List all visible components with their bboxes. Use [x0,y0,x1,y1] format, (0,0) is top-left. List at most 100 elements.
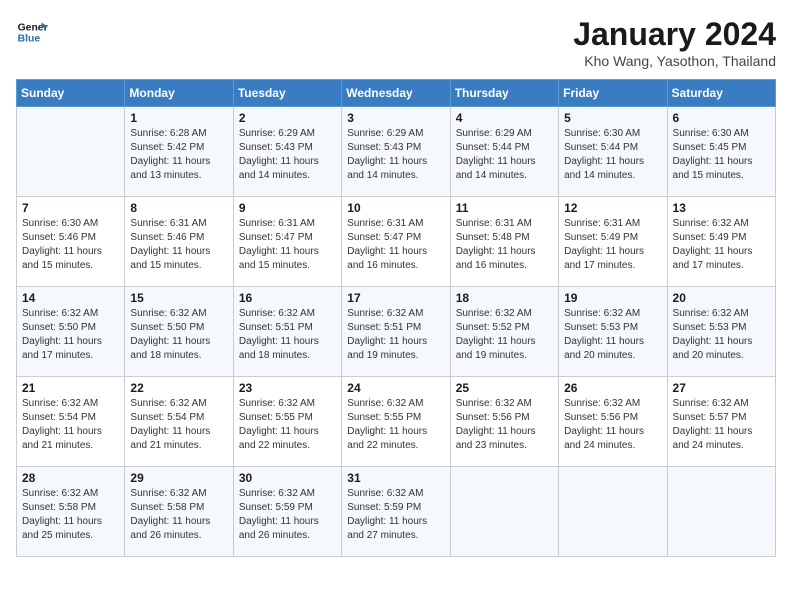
calendar-day-cell: 17 Sunrise: 6:32 AM Sunset: 5:51 PM Dayli… [342,287,450,377]
day-number: 6 [673,111,770,125]
day-number: 14 [22,291,119,305]
calendar-day-cell: 31 Sunrise: 6:32 AM Sunset: 5:59 PM Dayli… [342,467,450,557]
day-number: 30 [239,471,336,485]
calendar-day-cell: 27Sunrise: 6:32 AM Sunset: 5:57 PM Dayli… [667,377,775,467]
day-info: Sunrise: 6:30 AM Sunset: 5:45 PM Dayligh… [673,127,770,183]
day-info: Sunrise: 6:28 AM Sunset: 5:42 PM Dayligh… [130,127,227,183]
day-number: 28 [22,471,119,485]
day-number: 26 [564,381,661,395]
day-number: 11 [456,201,553,215]
calendar-day-cell: 7Sunrise: 6:30 AM Sunset: 5:46 PM Daylig… [17,197,125,287]
day-number: 3 [347,111,444,125]
calendar-week-row: 21 Sunrise: 6:32 AM Sunset: 5:54 PM Dayli… [17,377,776,467]
day-number: 19 [564,291,661,305]
day-number: 1 [130,111,227,125]
weekday-header-tuesday: Tuesday [233,80,341,107]
day-number: 15 [130,291,227,305]
day-number: 29 [130,471,227,485]
day-info: Sunrise: 6:32 AM Sunset: 5:56 PM Dayligh… [564,397,661,453]
calendar-day-cell: 23Sunrise: 6:32 AM Sunset: 5:55 PM Dayli… [233,377,341,467]
day-number: 10 [347,201,444,215]
calendar-table: SundayMondayTuesdayWednesdayThursdayFrid… [16,79,776,557]
calendar-day-cell: 22 Sunrise: 6:32 AM Sunset: 5:54 PM Dayli… [125,377,233,467]
day-number: 24 [347,381,444,395]
calendar-day-cell: 14 Sunrise: 6:32 AM Sunset: 5:50 PM Dayli… [17,287,125,377]
calendar-title: January 2024 [573,16,776,53]
logo: General Blue [16,16,48,48]
calendar-day-cell: 28 Sunrise: 6:32 AM Sunset: 5:58 PM Dayli… [17,467,125,557]
day-number: 21 [22,381,119,395]
calendar-day-cell [559,467,667,557]
calendar-day-cell: 19 Sunrise: 6:32 AM Sunset: 5:53 PM Dayli… [559,287,667,377]
calendar-day-cell: 11 Sunrise: 6:31 AM Sunset: 5:48 PM Dayli… [450,197,558,287]
weekday-header-friday: Friday [559,80,667,107]
weekday-header-sunday: Sunday [17,80,125,107]
day-info: Sunrise: 6:32 AM Sunset: 5:53 PM Dayligh… [564,307,661,363]
day-info: Sunrise: 6:32 AM Sunset: 5:54 PM Dayligh… [130,397,227,453]
calendar-day-cell: 13Sunrise: 6:32 AM Sunset: 5:49 PM Dayli… [667,197,775,287]
day-number: 2 [239,111,336,125]
weekday-header-monday: Monday [125,80,233,107]
day-info: Sunrise: 6:32 AM Sunset: 5:59 PM Dayligh… [239,487,336,543]
day-info: Sunrise: 6:32 AM Sunset: 5:54 PM Dayligh… [22,397,119,453]
calendar-day-cell: 12 Sunrise: 6:31 AM Sunset: 5:49 PM Dayli… [559,197,667,287]
calendar-day-cell: 15Sunrise: 6:32 AM Sunset: 5:50 PM Dayli… [125,287,233,377]
day-info: Sunrise: 6:29 AM Sunset: 5:43 PM Dayligh… [347,127,444,183]
calendar-day-cell: 29Sunrise: 6:32 AM Sunset: 5:58 PM Dayli… [125,467,233,557]
calendar-day-cell: 24 Sunrise: 6:32 AM Sunset: 5:55 PM Dayli… [342,377,450,467]
calendar-day-cell: 25 Sunrise: 6:32 AM Sunset: 5:56 PM Dayli… [450,377,558,467]
calendar-day-cell: 8Sunrise: 6:31 AM Sunset: 5:46 PM Daylig… [125,197,233,287]
day-info: Sunrise: 6:32 AM Sunset: 5:58 PM Dayligh… [22,487,119,543]
day-info: Sunrise: 6:32 AM Sunset: 5:55 PM Dayligh… [347,397,444,453]
day-number: 16 [239,291,336,305]
calendar-week-row: 28 Sunrise: 6:32 AM Sunset: 5:58 PM Dayli… [17,467,776,557]
day-number: 5 [564,111,661,125]
calendar-day-cell: 1 Sunrise: 6:28 AM Sunset: 5:42 PM Daylig… [125,107,233,197]
day-info: Sunrise: 6:32 AM Sunset: 5:59 PM Dayligh… [347,487,444,543]
day-number: 17 [347,291,444,305]
calendar-day-cell: 4Sunrise: 6:29 AM Sunset: 5:44 PM Daylig… [450,107,558,197]
day-info: Sunrise: 6:32 AM Sunset: 5:51 PM Dayligh… [239,307,336,363]
day-info: Sunrise: 6:31 AM Sunset: 5:47 PM Dayligh… [239,217,336,273]
header: General Blue January 2024 Kho Wang, Yaso… [16,16,776,69]
day-number: 25 [456,381,553,395]
calendar-day-cell: 30 Sunrise: 6:32 AM Sunset: 5:59 PM Dayli… [233,467,341,557]
day-number: 9 [239,201,336,215]
weekday-header-row: SundayMondayTuesdayWednesdayThursdayFrid… [17,80,776,107]
day-info: Sunrise: 6:31 AM Sunset: 5:46 PM Dayligh… [130,217,227,273]
calendar-day-cell: 10 Sunrise: 6:31 AM Sunset: 5:47 PM Dayli… [342,197,450,287]
day-info: Sunrise: 6:32 AM Sunset: 5:50 PM Dayligh… [22,307,119,363]
day-info: Sunrise: 6:29 AM Sunset: 5:43 PM Dayligh… [239,127,336,183]
calendar-subtitle: Kho Wang, Yasothon, Thailand [573,53,776,69]
day-number: 22 [130,381,227,395]
calendar-day-cell [450,467,558,557]
svg-text:Blue: Blue [18,34,41,45]
day-number: 23 [239,381,336,395]
day-info: Sunrise: 6:32 AM Sunset: 5:52 PM Dayligh… [456,307,553,363]
calendar-day-cell: 21 Sunrise: 6:32 AM Sunset: 5:54 PM Dayli… [17,377,125,467]
title-area: January 2024 Kho Wang, Yasothon, Thailan… [573,16,776,69]
day-number: 7 [22,201,119,215]
day-info: Sunrise: 6:32 AM Sunset: 5:56 PM Dayligh… [456,397,553,453]
calendar-week-row: 7Sunrise: 6:30 AM Sunset: 5:46 PM Daylig… [17,197,776,287]
day-info: Sunrise: 6:32 AM Sunset: 5:51 PM Dayligh… [347,307,444,363]
day-info: Sunrise: 6:32 AM Sunset: 5:57 PM Dayligh… [673,397,770,453]
calendar-day-cell: 6 Sunrise: 6:30 AM Sunset: 5:45 PM Daylig… [667,107,775,197]
calendar-day-cell: 9 Sunrise: 6:31 AM Sunset: 5:47 PM Daylig… [233,197,341,287]
calendar-day-cell: 20Sunrise: 6:32 AM Sunset: 5:53 PM Dayli… [667,287,775,377]
day-number: 12 [564,201,661,215]
logo-icon: General Blue [16,16,48,48]
calendar-day-cell: 3 Sunrise: 6:29 AM Sunset: 5:43 PM Daylig… [342,107,450,197]
day-info: Sunrise: 6:31 AM Sunset: 5:49 PM Dayligh… [564,217,661,273]
day-info: Sunrise: 6:31 AM Sunset: 5:48 PM Dayligh… [456,217,553,273]
calendar-day-cell: 16 Sunrise: 6:32 AM Sunset: 5:51 PM Dayli… [233,287,341,377]
calendar-day-cell: 5 Sunrise: 6:30 AM Sunset: 5:44 PM Daylig… [559,107,667,197]
calendar-week-row: 14 Sunrise: 6:32 AM Sunset: 5:50 PM Dayli… [17,287,776,377]
day-number: 31 [347,471,444,485]
calendar-week-row: 1 Sunrise: 6:28 AM Sunset: 5:42 PM Daylig… [17,107,776,197]
calendar-day-cell [17,107,125,197]
day-info: Sunrise: 6:31 AM Sunset: 5:47 PM Dayligh… [347,217,444,273]
calendar-body: 1 Sunrise: 6:28 AM Sunset: 5:42 PM Daylig… [17,107,776,557]
day-number: 13 [673,201,770,215]
day-info: Sunrise: 6:30 AM Sunset: 5:44 PM Dayligh… [564,127,661,183]
